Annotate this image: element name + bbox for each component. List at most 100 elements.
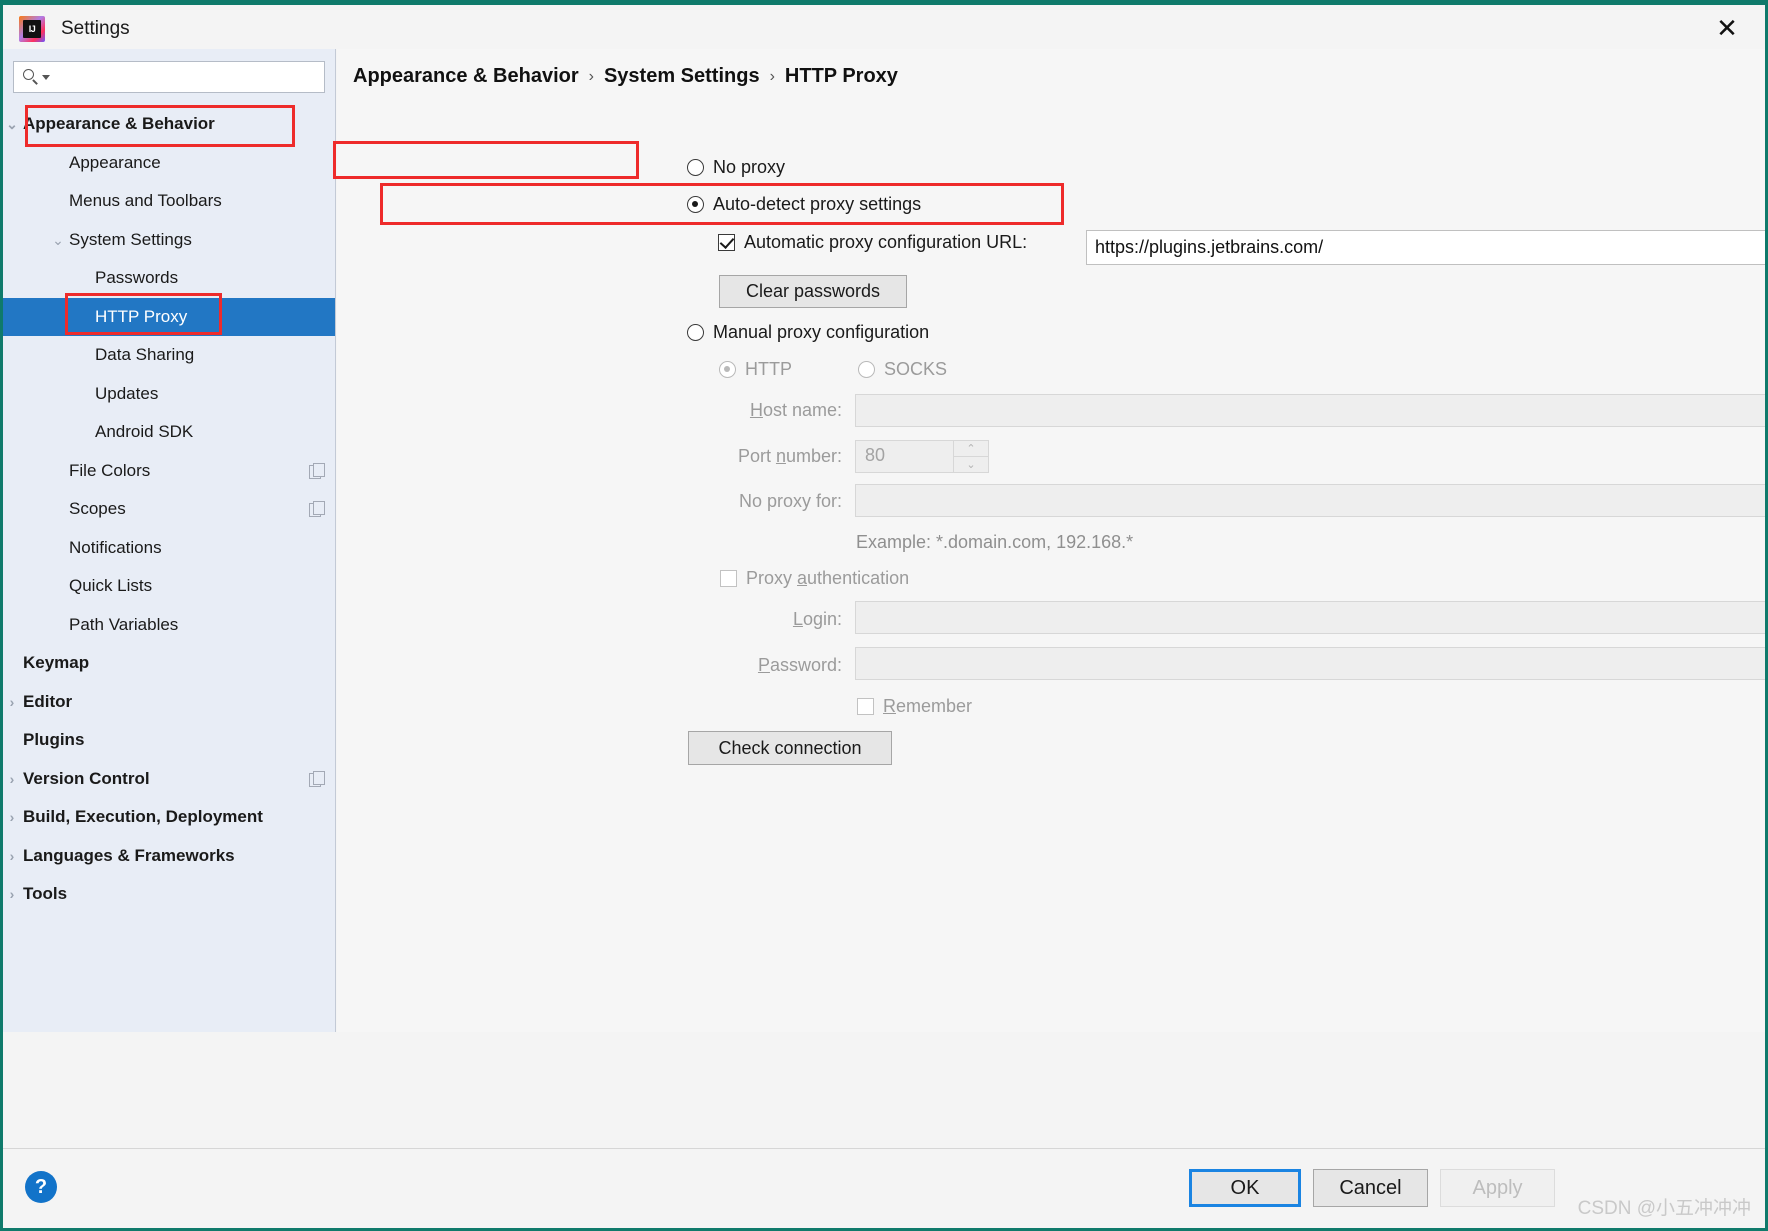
breadcrumb-part-2[interactable]: System Settings [604,65,760,88]
sidebar-item-label: Android SDK [95,422,194,442]
sidebar-item-keymap[interactable]: Keymap [3,644,335,683]
chevron-right-icon[interactable]: › [1,695,23,709]
search-wrapper [3,49,335,101]
search-box[interactable] [13,61,325,93]
sidebar-item-file-colors[interactable]: File Colors [3,452,335,491]
remember-label: Remember [883,696,973,716]
chevron-right-icon: › [769,67,775,85]
help-icon[interactable]: ? [25,1171,57,1203]
port-number-stepper[interactable]: 80 ⌃ ⌄ [855,440,989,473]
sidebar-item-label: Passwords [95,268,179,288]
chevron-up-icon[interactable]: ⌃ [954,441,988,457]
sidebar-item-build-execution-deployment[interactable]: › Build, Execution, Deployment [3,798,335,837]
settings-sidebar: ⌄ Appearance & Behavior Appearance Menus an… [3,49,336,1032]
checkbox-remember[interactable]: Remember [857,696,972,717]
sidebar-item-appearance-behavior[interactable]: ⌄ Appearance & Behavior [3,105,335,144]
search-input[interactable] [54,67,316,87]
sidebar-item-appearance[interactable]: Appearance [3,144,335,183]
sidebar-item-label: Data Sharing [95,345,195,365]
sidebar-item-label: Path Variables [69,614,179,634]
port-number-value: 80 [865,445,886,465]
copy-icon[interactable] [309,501,325,518]
settings-dialog: IJ Settings ✕ ⌄ Appearance & Behavior Appe… [0,0,1768,1231]
sidebar-item-android-sdk[interactable]: Android SDK [3,413,335,452]
sidebar-item-label: Notifications [69,537,162,557]
sidebar-item-menus-and-toolbars[interactable]: Menus and Toolbars [3,182,335,221]
chevron-down-icon[interactable]: ⌄ [47,233,69,247]
sidebar-item-label: HTTP Proxy [95,306,188,326]
cancel-button[interactable]: Cancel [1313,1169,1428,1207]
copy-icon[interactable] [309,770,325,787]
sidebar-item-path-variables[interactable]: Path Variables [3,606,335,645]
sidebar-item-quick-lists[interactable]: Quick Lists [3,567,335,606]
close-icon[interactable]: ✕ [1699,5,1755,51]
host-name-label: Host name: [749,400,842,420]
sidebar-item-editor[interactable]: › Editor [3,683,335,722]
sidebar-item-plugins[interactable]: Plugins [3,721,335,760]
sidebar-item-label: Tools [23,884,68,904]
sidebar-item-label: System Settings [69,229,192,249]
sidebar-item-scopes[interactable]: Scopes [3,490,335,529]
automatic-proxy-url-label: Automatic proxy configuration URL: [744,232,1028,252]
clear-passwords-button[interactable]: Clear passwords [719,275,907,308]
checkbox-icon [718,234,735,251]
sidebar-item-tools[interactable]: › Tools [3,875,335,914]
sidebar-item-system-settings[interactable]: ⌄ System Settings [3,221,335,260]
watermark: CSDN @小五冲冲冲 [1577,1198,1751,1219]
radio-manual-proxy-label: Manual proxy configuration [713,322,930,342]
chevron-down-icon[interactable]: ⌄ [954,457,988,472]
intellij-logo-icon: IJ [19,16,45,42]
radio-circle-icon[interactable] [858,361,875,378]
no-proxy-for-input[interactable]: ⤢ [855,484,1765,517]
breadcrumb-part-1[interactable]: Appearance & Behavior [353,65,579,88]
window-title: Settings [61,18,130,39]
sidebar-item-updates[interactable]: Updates [3,375,335,414]
chevron-down-icon[interactable]: ⌄ [1,117,23,131]
radio-no-proxy-label: No proxy [713,157,786,177]
chevron-right-icon[interactable]: › [1,772,23,786]
radio-auto-detect-proxy[interactable]: Auto-detect proxy settings [687,194,921,215]
sidebar-item-label: Quick Lists [69,576,153,596]
chevron-right-icon[interactable]: › [1,810,23,824]
sidebar-item-label: Updates [95,383,159,403]
login-input[interactable] [855,601,1765,634]
sidebar-item-version-control[interactable]: › Version Control [3,760,335,799]
sidebar-item-label: Editor [23,691,73,711]
sidebar-item-label: Plugins [23,730,85,750]
ok-button[interactable]: OK [1189,1169,1301,1207]
chevron-down-icon [42,74,50,80]
automatic-proxy-url-input[interactable] [1086,230,1765,265]
sidebar-item-languages-frameworks[interactable]: › Languages & Frameworks [3,837,335,876]
radio-socks-label: SOCKS [884,359,948,379]
sidebar-item-notifications[interactable]: Notifications [3,529,335,568]
stepper-buttons[interactable]: ⌃ ⌄ [953,441,988,472]
sidebar-item-label: Keymap [23,653,90,673]
no-proxy-for-label: No proxy for: [738,491,842,511]
title-bar: IJ Settings ✕ [3,5,1765,53]
port-number-label: Port number: [737,446,842,466]
password-label: Password: [757,655,842,675]
checkbox-automatic-proxy-url[interactable]: Automatic proxy configuration URL: [718,232,1027,253]
host-name-input[interactable] [855,394,1765,427]
sidebar-item-label: Appearance & Behavior [23,114,215,134]
chevron-right-icon[interactable]: › [1,849,23,863]
checkbox-proxy-authentication[interactable]: Proxy authentication [720,568,909,589]
sidebar-item-label: Build, Execution, Deployment [23,807,263,827]
radio-circle-icon[interactable] [719,361,736,378]
copy-icon[interactable] [309,462,325,479]
check-connection-button[interactable]: Check connection [688,731,892,765]
sidebar-item-label: Version Control [23,768,150,788]
breadcrumb: Appearance & Behavior › System Settings … [353,65,1765,88]
sidebar-item-data-sharing[interactable]: Data Sharing [3,336,335,375]
radio-manual-proxy[interactable]: Manual proxy configuration [687,322,929,343]
password-input[interactable] [855,647,1765,680]
sidebar-item-label: Appearance [69,152,161,172]
radio-no-proxy[interactable]: No proxy [687,157,785,178]
sidebar-item-http-proxy[interactable]: HTTP Proxy [3,297,335,336]
sidebar-item-passwords[interactable]: Passwords [3,259,335,298]
proxy-authentication-label: Proxy authentication [746,568,910,588]
logo-text: IJ [28,24,36,34]
radio-http-label: HTTP [745,359,792,379]
chevron-right-icon: › [588,67,594,85]
chevron-right-icon[interactable]: › [1,887,23,901]
